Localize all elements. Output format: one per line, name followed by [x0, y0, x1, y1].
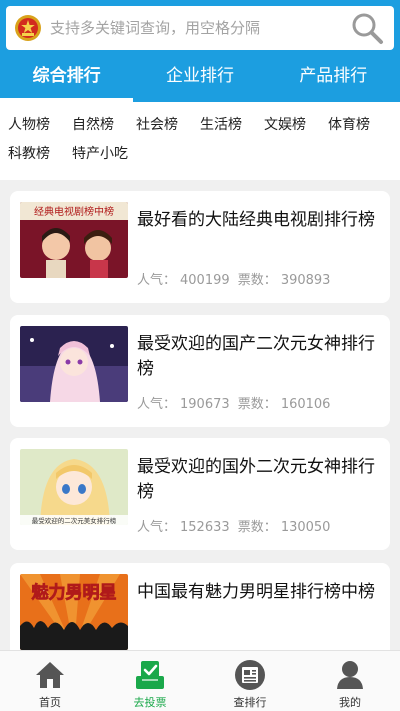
category-people[interactable]: 人物榜: [8, 112, 50, 141]
popularity-label: 人气：: [137, 397, 177, 412]
ranking-card[interactable]: 最受欢迎的国产二次元女神排行榜 人气： 190673 票数： 160106: [10, 315, 390, 427]
nav-ranking[interactable]: 查排行: [200, 651, 300, 711]
ranking-tabs: 综合排行 企业排行 产品排行: [0, 54, 400, 102]
category-society[interactable]: 社会榜: [136, 112, 178, 141]
votes-label: 票数：: [237, 520, 277, 535]
category-sports[interactable]: 体育榜: [328, 112, 370, 141]
thumb-caption-4: 魅力男明星: [32, 582, 117, 603]
search-icon[interactable]: [350, 11, 384, 45]
votes-label: 票数：: [237, 273, 277, 288]
votes-value: 390893: [280, 273, 331, 288]
nav-mine[interactable]: 我的: [300, 651, 400, 711]
tab-overall-ranking[interactable]: 综合排行: [0, 54, 134, 102]
votes-label: 票数：: [237, 397, 277, 412]
national-emblem-icon: [15, 15, 41, 41]
popularity-value: 190673: [180, 397, 230, 412]
user-icon: [337, 661, 363, 689]
ranking-thumbnail: 最受欢迎的二次元美女排行榜: [20, 449, 128, 525]
ranking-meta: [137, 641, 153, 650]
popularity-label: 人气：: [137, 520, 177, 535]
top-bar: 支持多关键词查询，用空格分隔 综合排行 企业排行 产品排行: [0, 0, 400, 102]
ranking-title[interactable]: 中国最有魅力男明星排行榜中榜: [137, 580, 377, 605]
tab-enterprise-ranking[interactable]: 企业排行: [133, 54, 266, 102]
nav-mine-label: 我的: [339, 696, 361, 709]
thumb-caption-3: 最受欢迎的二次元美女排行榜: [32, 516, 117, 525]
votes-value: 130050: [280, 520, 331, 535]
ranking-card[interactable]: 经典电视剧榜中榜 最好看的大陆经典电视剧排行榜 人气： 400199 票数： 390…: [10, 191, 390, 303]
thumb-caption-1: 经典电视剧榜中榜: [34, 205, 114, 218]
nav-vote-label: 去投票: [133, 696, 167, 709]
nav-home-label: 首页: [39, 696, 61, 709]
category-life[interactable]: 生活榜: [200, 112, 242, 141]
ranking-meta: 人气： 190673 票数： 160106: [137, 393, 334, 412]
ranking-title[interactable]: 最好看的大陆经典电视剧排行榜: [137, 208, 377, 233]
home-icon: [36, 662, 64, 688]
category-nature[interactable]: 自然榜: [72, 112, 114, 141]
ranking-meta: 人气： 152633 票数： 130050: [137, 516, 334, 535]
ranking-thumbnail: [20, 326, 128, 402]
search-box[interactable]: 支持多关键词查询，用空格分隔: [6, 6, 394, 50]
ranking-card[interactable]: 魅力男明星 中国最有魅力男明星排行榜中榜: [10, 563, 390, 650]
ranking-thumbnail: 经典电视剧榜中榜: [20, 202, 128, 278]
ranking-card[interactable]: 最受欢迎的二次元美女排行榜 最受欢迎的国外二次元女神排行榜 人气： 152633 …: [10, 438, 390, 550]
nav-ranking-label: 查排行: [233, 696, 267, 709]
search-input[interactable]: 支持多关键词查询，用空格分隔: [50, 17, 260, 38]
vote-icon: [136, 661, 164, 689]
tab-product-ranking[interactable]: 产品排行: [267, 54, 400, 102]
ranking-title[interactable]: 最受欢迎的国外二次元女神排行榜: [137, 455, 377, 505]
popularity-label: 人气：: [137, 273, 177, 288]
ranking-thumbnail: 魅力男明星: [20, 574, 128, 650]
bottom-navigation: 首页 去投票 查排行 我的: [0, 650, 400, 711]
category-entertainment[interactable]: 文娱榜: [264, 112, 306, 141]
category-local-food[interactable]: 特产小吃: [72, 141, 128, 170]
nav-home[interactable]: 首页: [0, 651, 100, 711]
ranking-list: 经典电视剧榜中榜 最好看的大陆经典电视剧排行榜 人气： 400199 票数： 390…: [0, 180, 400, 650]
category-bar: 人物榜 自然榜 社会榜 生活榜 文娱榜 体育榜 科教榜 特产小吃: [0, 102, 400, 180]
nav-vote[interactable]: 去投票: [100, 651, 200, 711]
ranking-meta: 人气： 400199 票数： 390893: [137, 269, 334, 288]
category-education[interactable]: 科教榜: [8, 141, 50, 170]
popularity-value: 152633: [180, 520, 230, 535]
votes-value: 160106: [280, 397, 331, 412]
ranking-icon: [235, 660, 265, 690]
ranking-title[interactable]: 最受欢迎的国产二次元女神排行榜: [137, 332, 377, 382]
popularity-value: 400199: [180, 273, 230, 288]
